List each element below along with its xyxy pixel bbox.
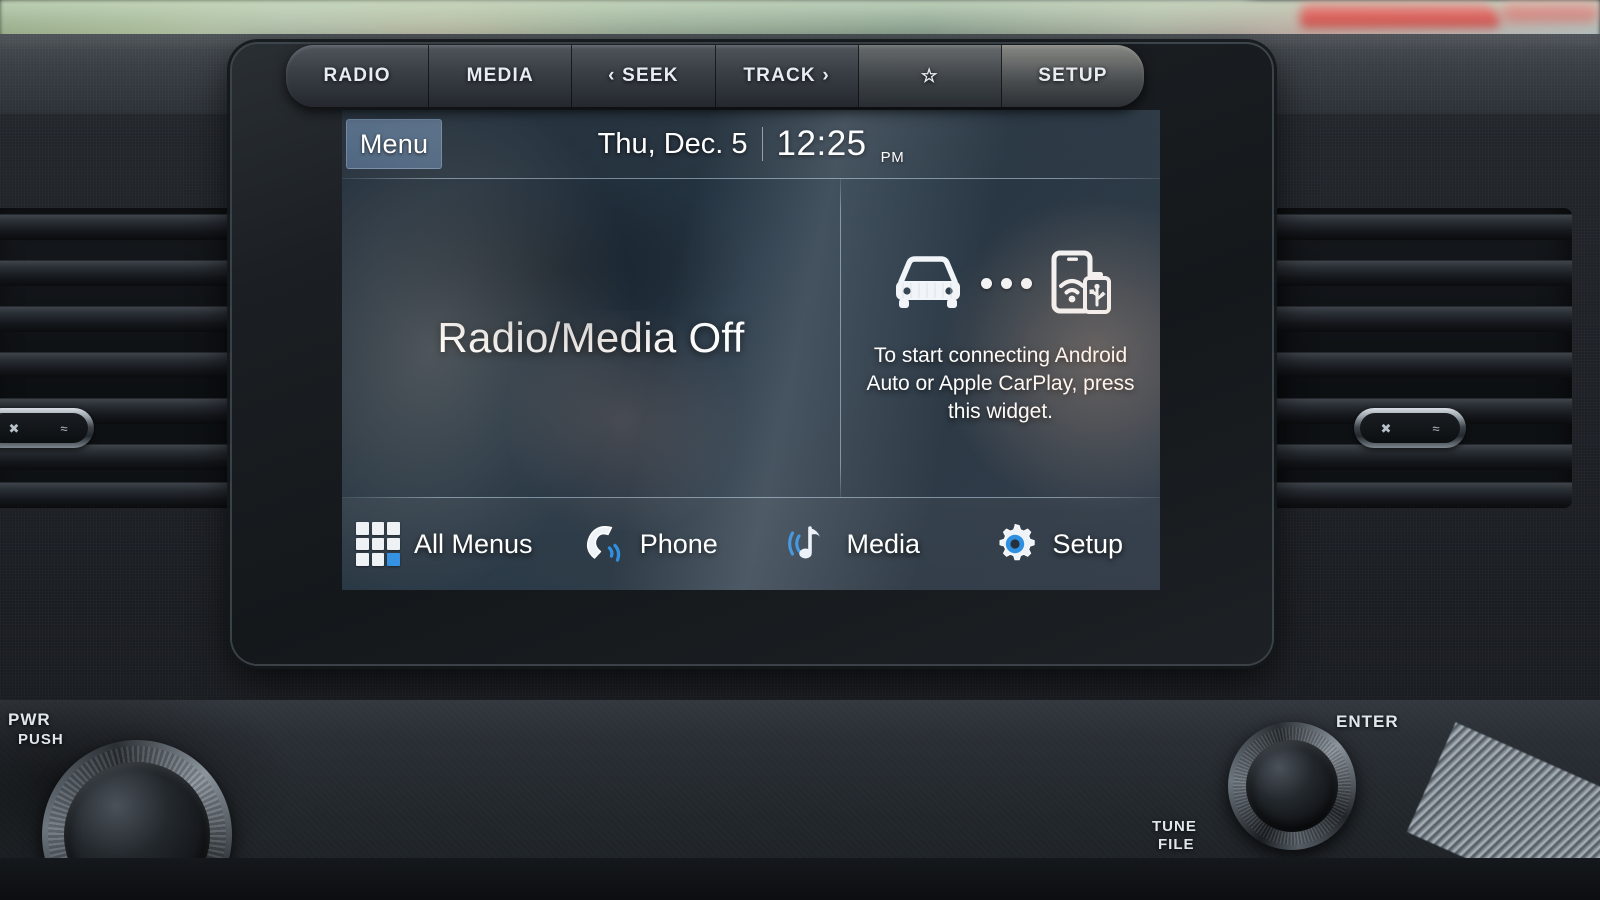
car-front-icon [896, 256, 960, 309]
dock-item-setup[interactable]: Setup [956, 498, 1161, 590]
clock-separator [761, 127, 763, 161]
infotainment-ui: Menu Thu, Dec. 5 12:25 PM Radio/Media Of… [342, 110, 1160, 590]
dock-label-phone: Phone [639, 528, 718, 559]
push-label: PUSH [18, 731, 64, 748]
date-text: Thu, Dec. 5 [597, 127, 748, 160]
vent-control-slider-left[interactable]: ✖ ≈ [0, 408, 94, 448]
red-car-reflection-secondary [1500, 2, 1600, 22]
tune-enter-knob[interactable] [1228, 722, 1356, 850]
hw-button-favorite[interactable]: ☆ [858, 45, 1002, 107]
center-console-lower [0, 858, 1600, 900]
infotainment-screen[interactable]: Menu Thu, Dec. 5 12:25 PM Radio/Media Of… [342, 110, 1160, 590]
vent-airflow-icon: ≈ [60, 420, 68, 436]
main-content: Radio/Media Off To start connecting Andr… [342, 179, 1160, 497]
hw-button-radio[interactable]: RADIO [286, 45, 430, 107]
phone-handset-icon [586, 526, 620, 562]
three-dots-icon [981, 277, 1032, 289]
phone-usb-wifi-icon [1051, 250, 1111, 315]
hw-button-setup[interactable]: SETUP [1001, 45, 1144, 107]
vent-close-icon: ✖ [8, 420, 20, 436]
vent-airflow-icon: ≈ [1432, 420, 1440, 436]
hardware-button-strip: RADIO MEDIA ‹ SEEK TRACK › ☆ SETUP [286, 45, 1144, 107]
grid-nine-icon [355, 522, 400, 566]
clock-area: Thu, Dec. 5 12:25 PM [342, 110, 1160, 178]
projection-widget[interactable]: To start connecting Android Auto or Appl… [841, 179, 1160, 497]
source-status-title: Radio/Media Off [437, 314, 745, 361]
pwr-label: PWR [8, 710, 51, 729]
status-bar: Menu Thu, Dec. 5 12:25 PM [342, 110, 1160, 178]
tune-label: TUNE [1152, 818, 1197, 835]
dock-bar: All Menus Phone Media Setup [342, 498, 1160, 590]
file-label: FILE [1158, 836, 1195, 853]
source-panel[interactable]: Radio/Media Off [342, 179, 840, 497]
dock-label-all-menus: All Menus [413, 528, 533, 559]
vent-control-slider-right[interactable]: ✖ ≈ [1354, 408, 1466, 448]
car-dashboard: ✖ ≈ ✖ ≈ Menu Thu, Dec. 5 12:25 PM Radio/… [0, 0, 1600, 900]
air-vent-right: ✖ ≈ [1272, 208, 1572, 508]
projection-widget-message: To start connecting Android Auto or Appl… [866, 344, 1135, 423]
menu-button[interactable]: Menu [346, 119, 442, 169]
projection-icon-row [889, 250, 1112, 316]
air-vent-left: ✖ ≈ [0, 208, 240, 508]
dock-label-setup: Setup [1052, 528, 1124, 559]
red-car-reflection [1300, 4, 1500, 28]
gear-icon [999, 524, 1036, 561]
hw-button-seek[interactable]: ‹ SEEK [572, 45, 716, 107]
enter-label: ENTER [1336, 712, 1399, 731]
meridiem-text: PM [880, 149, 905, 166]
dock-item-phone[interactable]: Phone [547, 498, 752, 590]
dock-item-all-menus[interactable]: All Menus [342, 498, 547, 590]
dock-label-media: Media [846, 528, 921, 559]
dock-item-media[interactable]: Media [751, 498, 956, 590]
hw-button-track[interactable]: TRACK › [715, 45, 859, 107]
time-text: 12:25 [776, 124, 867, 163]
hw-button-media[interactable]: MEDIA [429, 45, 573, 107]
vent-close-icon: ✖ [1380, 420, 1392, 436]
music-note-icon [788, 526, 821, 559]
